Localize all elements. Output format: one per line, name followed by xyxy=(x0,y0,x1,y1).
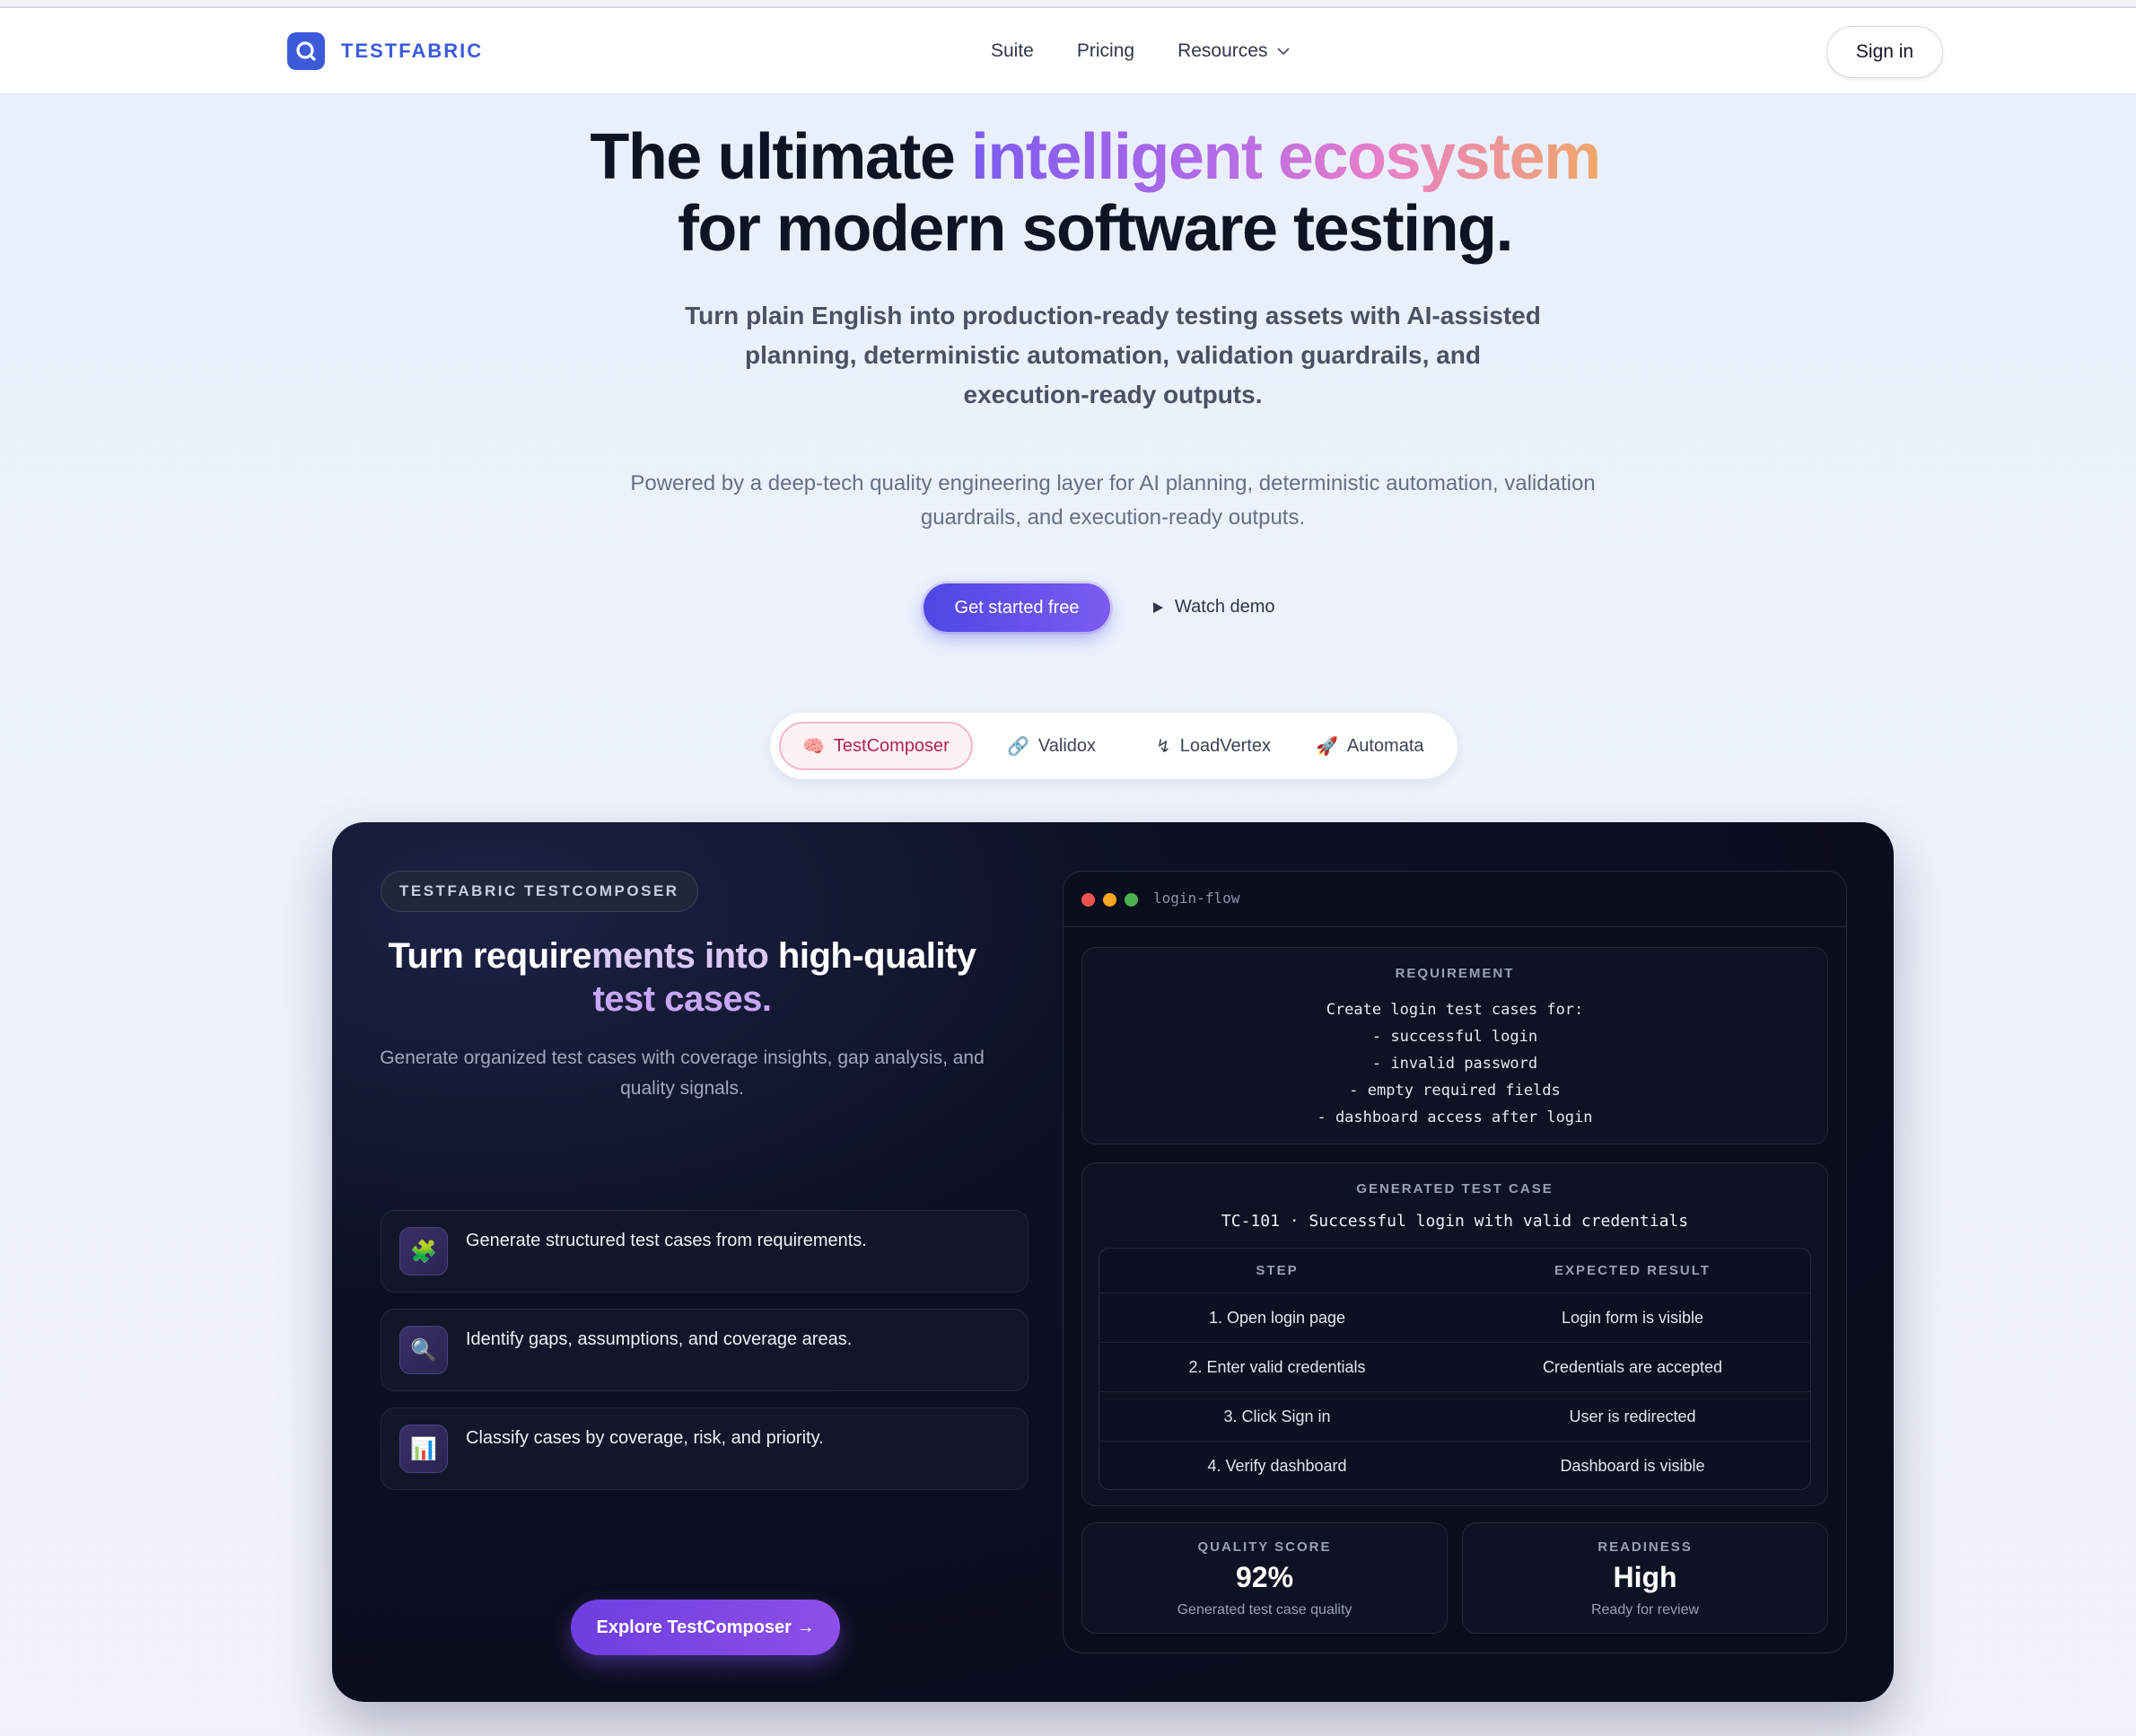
magnifier-icon: 🔍 xyxy=(399,1326,448,1374)
table-row: 2. Enter valid credentials Credentials a… xyxy=(1099,1343,1810,1392)
panel-title-d: test cases. xyxy=(592,979,772,1019)
table-cell-expected: User is redirected xyxy=(1569,1407,1696,1425)
feature-item: 🔍 Identify gaps, assumptions, and covera… xyxy=(381,1309,1029,1391)
requirement-line: - successful login xyxy=(1371,1028,1538,1046)
explore-testcomposer-button[interactable]: Explore TestComposer → xyxy=(571,1600,840,1655)
requirement-label: REQUIREMENT xyxy=(1395,966,1515,981)
sign-in-button[interactable]: Sign in xyxy=(1826,26,1943,78)
brand[interactable]: TESTFABRIC xyxy=(287,32,483,70)
requirement-line: - empty required fields xyxy=(1349,1082,1561,1100)
watch-demo-label: Watch demo xyxy=(1175,597,1275,617)
watch-demo-button[interactable]: Watch demo xyxy=(1151,597,1275,618)
table-row: 3. Click Sign in User is redirected xyxy=(1099,1392,1810,1442)
generated-label: GENERATED TEST CASE xyxy=(1356,1181,1554,1197)
tab-validox[interactable]: 🔗 Validox xyxy=(985,722,1117,770)
tab-testcomposer[interactable]: 🧠 TestComposer xyxy=(779,722,973,770)
hero-title-highlight: intelligent ecosystem xyxy=(970,121,1601,193)
tab-label: TestComposer xyxy=(833,735,950,756)
feature-text: Generate structured test cases from requ… xyxy=(466,1231,867,1250)
generated-test-case-box: GENERATED TEST CASE TC-101 · Successful … xyxy=(1081,1162,1828,1506)
feature-item: 📊 Classify cases by coverage, risk, and … xyxy=(381,1407,1029,1490)
hero-title-part1: The ultimate xyxy=(590,121,971,193)
table-cell-step: 4. Verify dashboard xyxy=(1207,1457,1347,1475)
test-case-title: TC-101 · Successful login with valid cre… xyxy=(1221,1212,1689,1231)
window-name: login-flow xyxy=(1153,890,1240,907)
metric-value: High xyxy=(1613,1561,1677,1593)
bar-chart-icon: 📊 xyxy=(399,1425,448,1473)
metric-value: 92% xyxy=(1235,1561,1294,1593)
link-icon: 🔗 xyxy=(1007,736,1029,757)
metric-caption: Ready for review xyxy=(1590,1602,1700,1618)
tab-label: Automata xyxy=(1346,735,1424,756)
table-cell-step: 3. Click Sign in xyxy=(1223,1407,1331,1425)
table-row: 4. Verify dashboard Dashboard is visible xyxy=(1099,1442,1810,1489)
requirement-box: REQUIREMENT Create login test cases for:… xyxy=(1081,947,1828,1144)
browser-top-edge xyxy=(0,0,2136,8)
product-showcase-panel: TESTFABRIC TESTCOMPOSER Turn requirement… xyxy=(332,822,1894,1702)
requirement-line: Create login test cases for: xyxy=(1326,1001,1584,1019)
hero-subtitle: Turn plain English into production-ready… xyxy=(685,302,1541,408)
metric-label: QUALITY SCORE xyxy=(1197,1539,1332,1555)
panel-title: Turn requirements into high-quality test… xyxy=(359,934,1005,1021)
table-header-expected: EXPECTED RESULT xyxy=(1554,1263,1711,1278)
readiness-card: READINESS High Ready for review xyxy=(1462,1522,1828,1634)
hero-description: Powered by a deep-tech quality engineeri… xyxy=(630,471,1596,530)
panel-description: Generate organized test cases with cover… xyxy=(380,1048,985,1099)
tab-loadvertex[interactable]: ↯ LoadVertex xyxy=(1134,722,1292,770)
nav-link-pricing[interactable]: Pricing xyxy=(1077,40,1134,62)
nav-link-resources-label: Resources xyxy=(1177,40,1268,61)
panel-title-b: ments into xyxy=(591,936,769,976)
table-cell-expected: Credentials are accepted xyxy=(1542,1357,1723,1376)
table-cell-step: 2. Enter valid credentials xyxy=(1188,1357,1366,1376)
requirement-text: Create login test cases for: - successfu… xyxy=(1082,996,1827,1131)
login-flow-window: login-flow REQUIREMENT Create login test… xyxy=(1063,871,1847,1653)
table-row: 1. Open login page Login form is visible xyxy=(1099,1293,1810,1343)
get-started-button[interactable]: Get started free xyxy=(924,583,1110,632)
minimize-dot-icon xyxy=(1103,893,1116,907)
product-badge: TESTFABRIC TESTCOMPOSER xyxy=(381,871,698,912)
metric-label: READINESS xyxy=(1598,1539,1693,1555)
requirement-line: - dashboard access after login xyxy=(1317,1109,1593,1127)
quality-score-card: QUALITY SCORE 92% Generated test case qu… xyxy=(1081,1522,1448,1634)
tab-automata[interactable]: 🚀 Automata xyxy=(1294,722,1446,770)
table-cell-expected: Dashboard is visible xyxy=(1560,1457,1705,1475)
lightning-icon: ↯ xyxy=(1156,736,1171,757)
top-navigation: TESTFABRIC Suite Pricing Resources Sign … xyxy=(0,8,2136,94)
feature-item: 🧩 Generate structured test cases from re… xyxy=(381,1210,1029,1293)
brain-icon: 🧠 xyxy=(802,736,825,757)
hero-title: The ultimate intelligent ecosystem for m… xyxy=(0,121,2136,265)
chevron-down-icon xyxy=(1277,48,1291,56)
table-cell-expected: Login form is visible xyxy=(1561,1308,1704,1327)
panel-title-a: Turn require xyxy=(388,936,592,976)
feature-text: Identify gaps, assumptions, and coverage… xyxy=(466,1329,853,1349)
tab-label: Validox xyxy=(1037,735,1097,756)
panel-title-c: high-quality xyxy=(768,936,976,976)
feature-text: Classify cases by coverage, risk, and pr… xyxy=(466,1428,824,1448)
metric-caption: Generated test case quality xyxy=(1177,1602,1353,1618)
product-tabs: 🧠 TestComposer 🔗 Validox ↯ LoadVertex 🚀 … xyxy=(770,713,1458,779)
nav-link-suite[interactable]: Suite xyxy=(991,40,1034,62)
window-title-bar: login-flow xyxy=(1064,872,1846,927)
rocket-icon: 🚀 xyxy=(1316,736,1338,757)
test-steps-table: STEP EXPECTED RESULT 1. Open login page … xyxy=(1099,1248,1811,1490)
play-icon xyxy=(1153,601,1163,613)
close-dot-icon xyxy=(1081,893,1095,907)
table-header-row: STEP EXPECTED RESULT xyxy=(1099,1249,1810,1293)
hero-title-part2: for modern software testing. xyxy=(677,193,1514,265)
table-cell-step: 1. Open login page xyxy=(1208,1308,1346,1327)
nav-links: Suite Pricing Resources xyxy=(991,40,1291,62)
tab-label: LoadVertex xyxy=(1179,735,1271,756)
puzzle-icon: 🧩 xyxy=(399,1227,448,1276)
maximize-dot-icon xyxy=(1125,893,1138,907)
brand-name: TESTFABRIC xyxy=(341,39,484,62)
requirement-line: - invalid password xyxy=(1371,1055,1538,1073)
nav-link-resources[interactable]: Resources xyxy=(1177,40,1291,62)
search-logo-icon xyxy=(287,32,325,70)
table-header-step: STEP xyxy=(1256,1263,1299,1278)
